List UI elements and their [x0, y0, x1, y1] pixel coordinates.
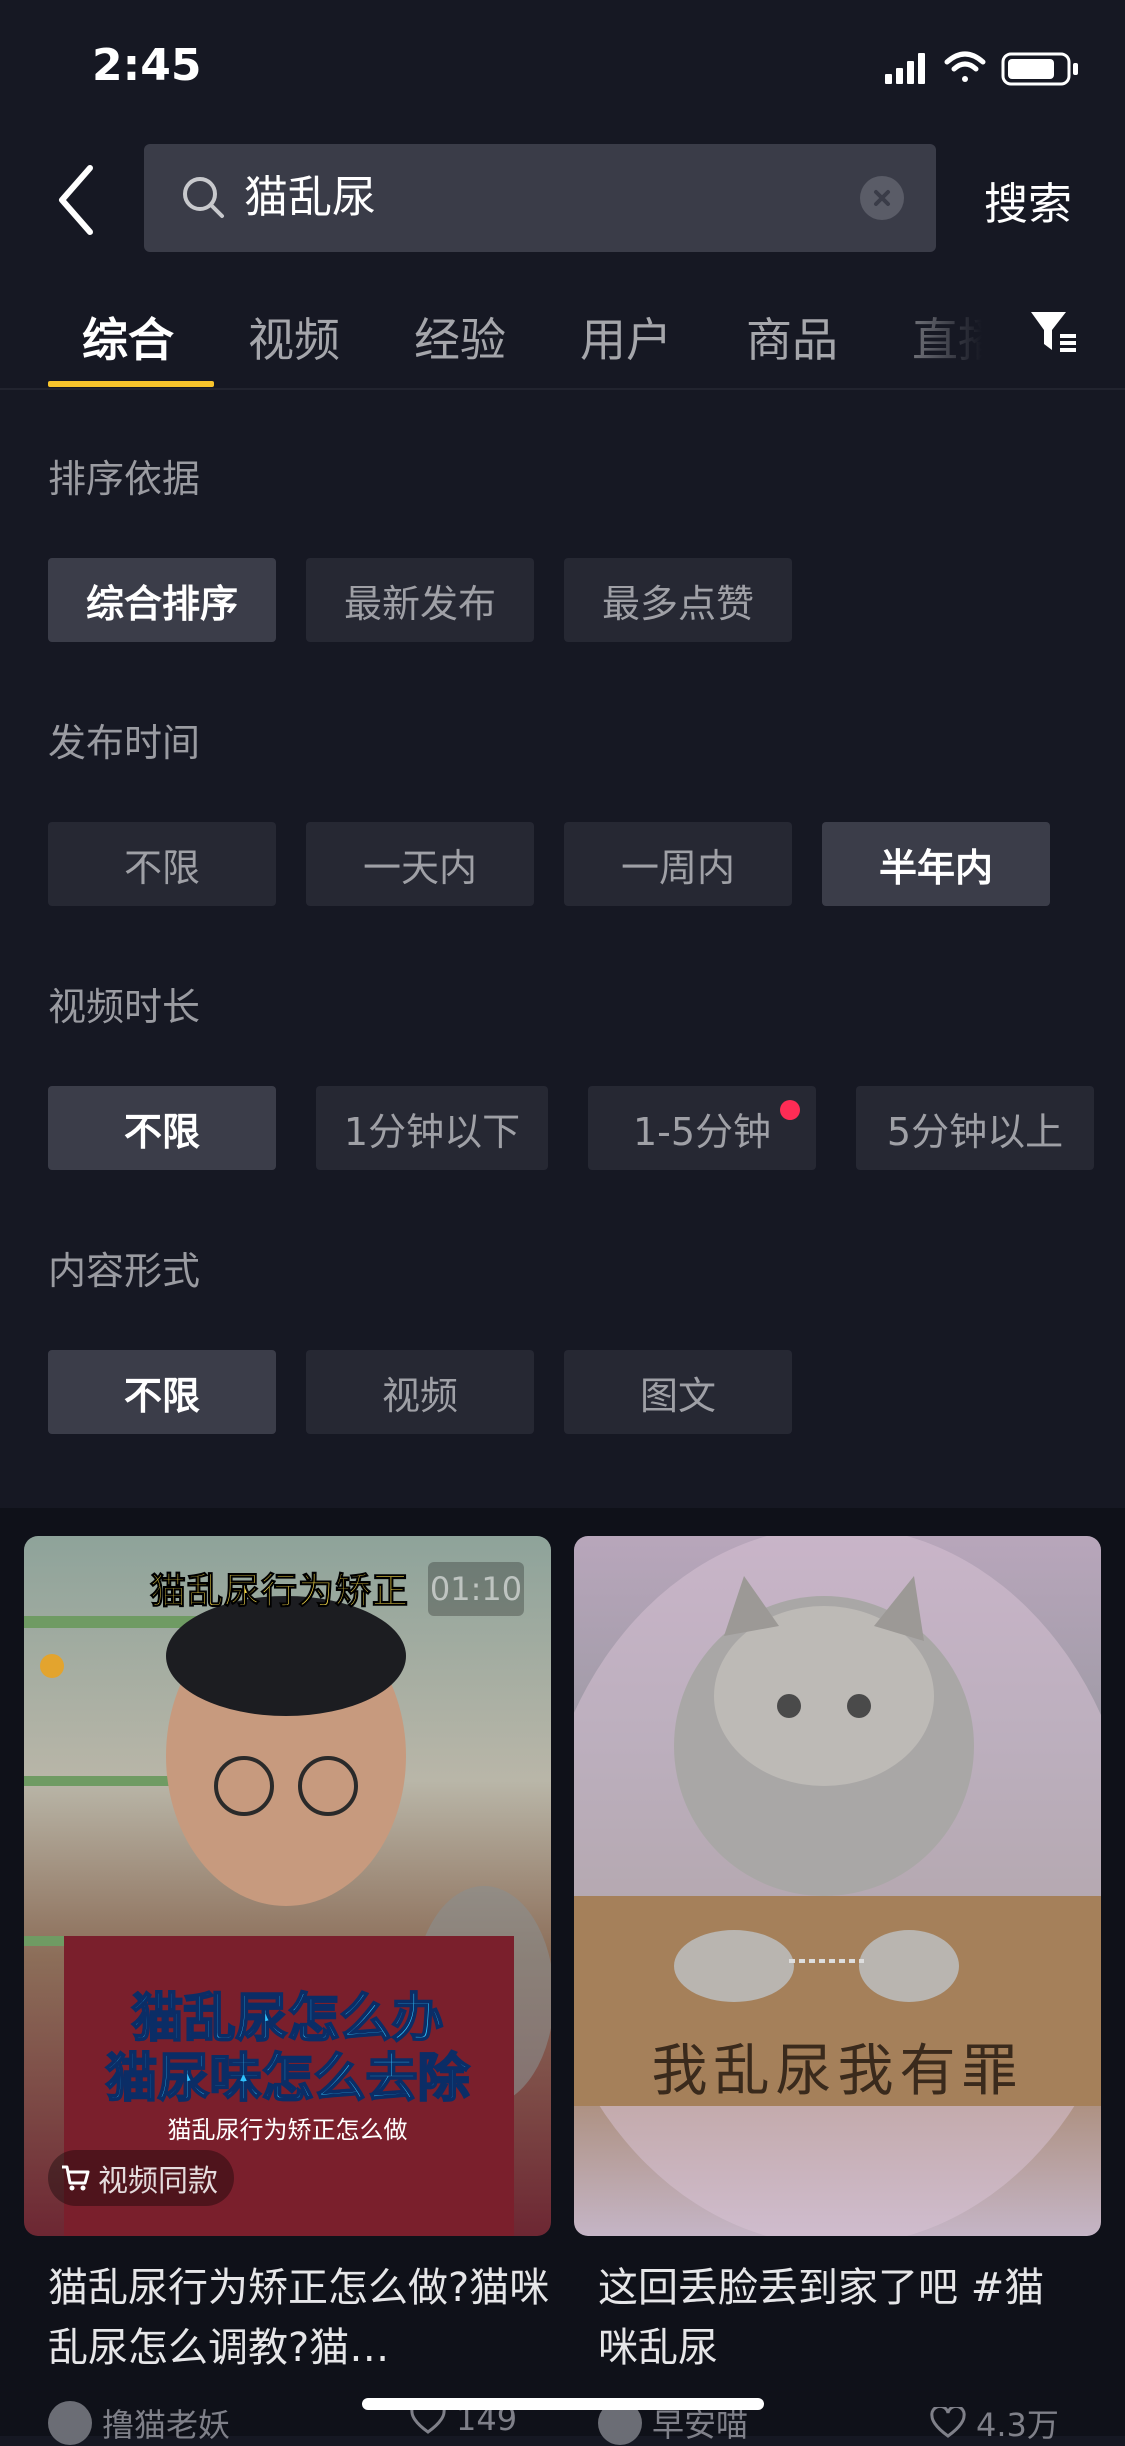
- tab-comprehensive[interactable]: 综合: [82, 304, 174, 370]
- like-count: 4.3万: [976, 2406, 1059, 2444]
- battery-icon: [1001, 52, 1078, 86]
- back-icon[interactable]: [52, 160, 102, 240]
- tab-experience[interactable]: 经验: [414, 304, 506, 370]
- time-option-week[interactable]: 一周内: [564, 822, 792, 906]
- result-title-1[interactable]: 猫乱尿行为矫正怎么做?猫咪乱尿怎么调教?猫…: [48, 2258, 568, 2378]
- image-thumbnail: [574, 1536, 1101, 2236]
- active-tab-indicator: [48, 381, 214, 387]
- wifi-icon: [944, 51, 986, 82]
- content-type-section-title: 内容形式: [48, 1249, 201, 1293]
- sort-option-latest[interactable]: 最新发布: [306, 558, 534, 642]
- duration-option-any[interactable]: 不限: [48, 1086, 276, 1170]
- search-icon: [183, 177, 224, 218]
- thumbnail-subcaption: 猫乱尿行为矫正怎么做: [167, 2116, 408, 2144]
- tab-fade: [870, 290, 1030, 390]
- duration-option-over-5min[interactable]: 5分钟以上: [856, 1086, 1094, 1170]
- time-option-day[interactable]: 一天内: [306, 822, 534, 906]
- signal-icon: [885, 53, 925, 84]
- thumbnail-title: 猫乱尿行为矫正: [149, 1571, 410, 1613]
- content-option-video[interactable]: 视频: [306, 1350, 534, 1434]
- cart-icon: [62, 2165, 90, 2191]
- time-option-half-year[interactable]: 半年内: [822, 822, 1050, 906]
- result-title-2[interactable]: 这回丢脸丢到家了吧 #猫咪乱尿: [598, 2258, 1078, 2378]
- avatar[interactable]: [48, 2401, 92, 2445]
- same-style-badge[interactable]: 视频同款: [48, 2150, 234, 2206]
- tab-products[interactable]: 商品: [746, 304, 838, 370]
- tab-users[interactable]: 用户: [580, 304, 672, 370]
- thumbnail-caption-line2: 猫尿味怎么去除: [104, 2048, 470, 2110]
- heart-icon: [930, 2407, 966, 2438]
- video-duration: 01:10: [428, 1562, 524, 1616]
- time-option-any[interactable]: 不限: [48, 822, 276, 906]
- divider: [0, 388, 1125, 390]
- publish-time-section-title: 发布时间: [48, 721, 201, 765]
- thumbnail-handwritten-text: 我乱尿我有罪: [651, 2039, 1024, 2104]
- duration-section-title: 视频时长: [48, 985, 201, 1029]
- clear-icon[interactable]: [860, 176, 904, 220]
- status-icons: [885, 51, 1078, 86]
- status-time: 2:45: [92, 40, 202, 91]
- filter-icon[interactable]: [1028, 306, 1078, 356]
- badge-label: 视频同款: [98, 2164, 218, 2199]
- sort-option-comprehensive[interactable]: 综合排序: [48, 558, 276, 642]
- tab-video[interactable]: 视频: [248, 304, 340, 370]
- new-dot: [780, 1100, 800, 1120]
- author-name: 撸猫老妖: [102, 2406, 231, 2444]
- likes-2: 4.3万: [930, 2400, 1059, 2446]
- result-card-1[interactable]: 猫乱尿行为矫正 01:10 猫乱尿怎么办 猫尿味怎么去除 猫乱尿行为矫正怎么做 …: [24, 1536, 551, 2236]
- duration-option-1-5min[interactable]: 1-5分钟: [588, 1086, 816, 1170]
- sort-option-most-liked[interactable]: 最多点赞: [564, 558, 792, 642]
- search-query: 猫乱尿: [244, 172, 376, 223]
- home-indicator[interactable]: [362, 2398, 764, 2410]
- search-button[interactable]: 搜索: [984, 168, 1072, 232]
- content-option-any[interactable]: 不限: [48, 1350, 276, 1434]
- result-card-2[interactable]: 我乱尿我有罪: [574, 1536, 1101, 2236]
- sort-section-title: 排序依据: [48, 457, 201, 501]
- search-input[interactable]: 猫乱尿: [144, 144, 936, 252]
- content-option-image-text[interactable]: 图文: [564, 1350, 792, 1434]
- author-row-1[interactable]: 撸猫老妖: [48, 2400, 230, 2446]
- duration-option-under-1min[interactable]: 1分钟以下: [316, 1086, 548, 1170]
